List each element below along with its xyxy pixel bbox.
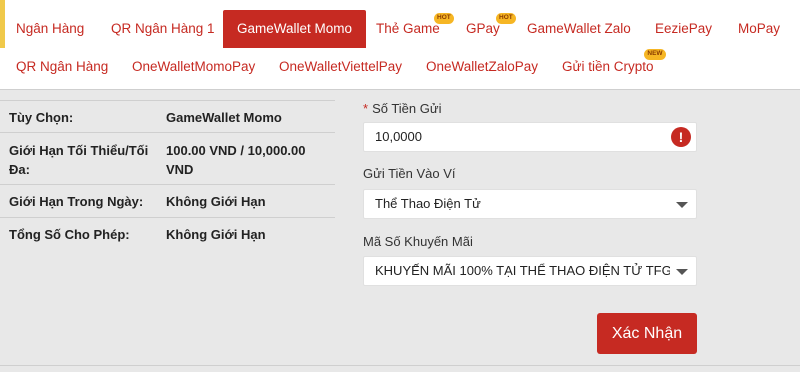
tab-the-game[interactable]: Thẻ Game HOT [376, 10, 454, 48]
tab-label: GameWallet Momo [237, 21, 353, 36]
tab-gpay[interactable]: GPay HOT [466, 10, 516, 48]
tab-label: OneWalletViettelPay [279, 59, 403, 74]
hot-badge: HOT [434, 13, 454, 24]
tab-label: GameWallet Zalo [527, 21, 631, 36]
amount-value: 10,0000 [375, 129, 422, 144]
info-value: Không Giới Hạn [166, 227, 266, 242]
info-label: Tùy Chọn: [9, 110, 74, 125]
promo-select[interactable]: KHUYẾN MÃI 100% TẠI THỂ THAO ĐIỆN TỬ TFG… [363, 256, 697, 286]
tab-label: Ngân Hàng [16, 21, 85, 36]
tab-eeziepay[interactable]: EeziePay [655, 10, 712, 48]
chevron-down-icon [676, 202, 688, 208]
amount-label: * Số Tiền Gửi [363, 101, 441, 116]
tab-label: OneWalletZaloPay [426, 59, 539, 74]
tab-label: GPay [466, 21, 500, 36]
info-value: Không Giới Hạn [166, 194, 266, 209]
chevron-down-icon [676, 269, 688, 275]
hot-badge: HOT [496, 13, 516, 24]
tab-mopay[interactable]: MoPay [738, 10, 780, 48]
info-label: Giới Hạn Trong Ngày: [9, 194, 144, 209]
wallet-label: Gửi Tiền Vào Ví [363, 166, 456, 181]
info-value: GameWallet Momo [166, 110, 282, 125]
tab-gui-tien-crypto[interactable]: Gửi tiền Crypto NEW [562, 48, 666, 86]
info-row-limits: Giới Hạn Tối Thiểu/Tối Đa: 100.00 VND / … [0, 132, 335, 184]
info-row-option: Tùy Chọn: GameWallet Momo [0, 100, 335, 132]
tab-label: Gửi tiền Crypto [562, 59, 654, 74]
amount-label-text: Số Tiền Gửi [372, 101, 442, 116]
tab-label: Thẻ Game [376, 21, 440, 36]
tab-label: MoPay [738, 21, 781, 36]
tab-label: OneWalletMomoPay [132, 59, 256, 74]
wallet-selected-value: Thể Thao Điện Tử [375, 196, 481, 211]
tab-label: EeziePay [655, 21, 713, 36]
tab-gamewallet-momo[interactable]: GameWallet Momo [223, 10, 367, 48]
tab-gamewallet-zalo[interactable]: GameWallet Zalo [527, 10, 631, 48]
tab-ngan-hang[interactable]: Ngân Hàng [16, 10, 84, 48]
divider [0, 365, 800, 366]
promo-selected-value: KHUYẾN MÃI 100% TẠI THỂ THAO ĐIỆN TỬ TFG… [375, 263, 670, 278]
tab-onewallet-zalopay[interactable]: OneWalletZaloPay [426, 48, 538, 86]
tab-qr-ngan-hang-1[interactable]: QR Ngân Hàng 1 [111, 10, 215, 48]
submit-button[interactable]: Xác Nhận [597, 313, 697, 354]
promo-label: Mã Số Khuyến Mãi [363, 234, 473, 249]
info-row-daily-limit: Giới Hạn Trong Ngày: Không Giới Hạn [0, 184, 335, 217]
new-badge: NEW [644, 49, 666, 60]
info-label: Giới Hạn Tối Thiểu/Tối Đa: [9, 143, 149, 177]
tab-label: QR Ngân Hàng [16, 59, 109, 74]
wallet-select[interactable]: Thể Thao Điện Tử [363, 189, 697, 219]
info-value: 100.00 VND / 10,000.00 VND [166, 143, 306, 177]
tab-label: QR Ngân Hàng 1 [111, 21, 215, 36]
error-icon: ! [671, 127, 691, 147]
required-mark: * [363, 101, 369, 116]
tab-qr-ngan-hang[interactable]: QR Ngân Hàng [16, 48, 108, 86]
info-row-total-allowed: Tổng Số Cho Phép: Không Giới Hạn [0, 217, 335, 250]
tab-onewallet-viettelpay[interactable]: OneWalletViettelPay [279, 48, 402, 86]
tab-onewallet-momopay[interactable]: OneWalletMomoPay [132, 48, 255, 86]
info-label: Tổng Số Cho Phép: [9, 227, 130, 242]
payment-method-tabs: Ngân Hàng QR Ngân Hàng 1 GameWallet Momo… [0, 0, 800, 90]
amount-input[interactable]: 10,0000 ! [363, 122, 697, 152]
